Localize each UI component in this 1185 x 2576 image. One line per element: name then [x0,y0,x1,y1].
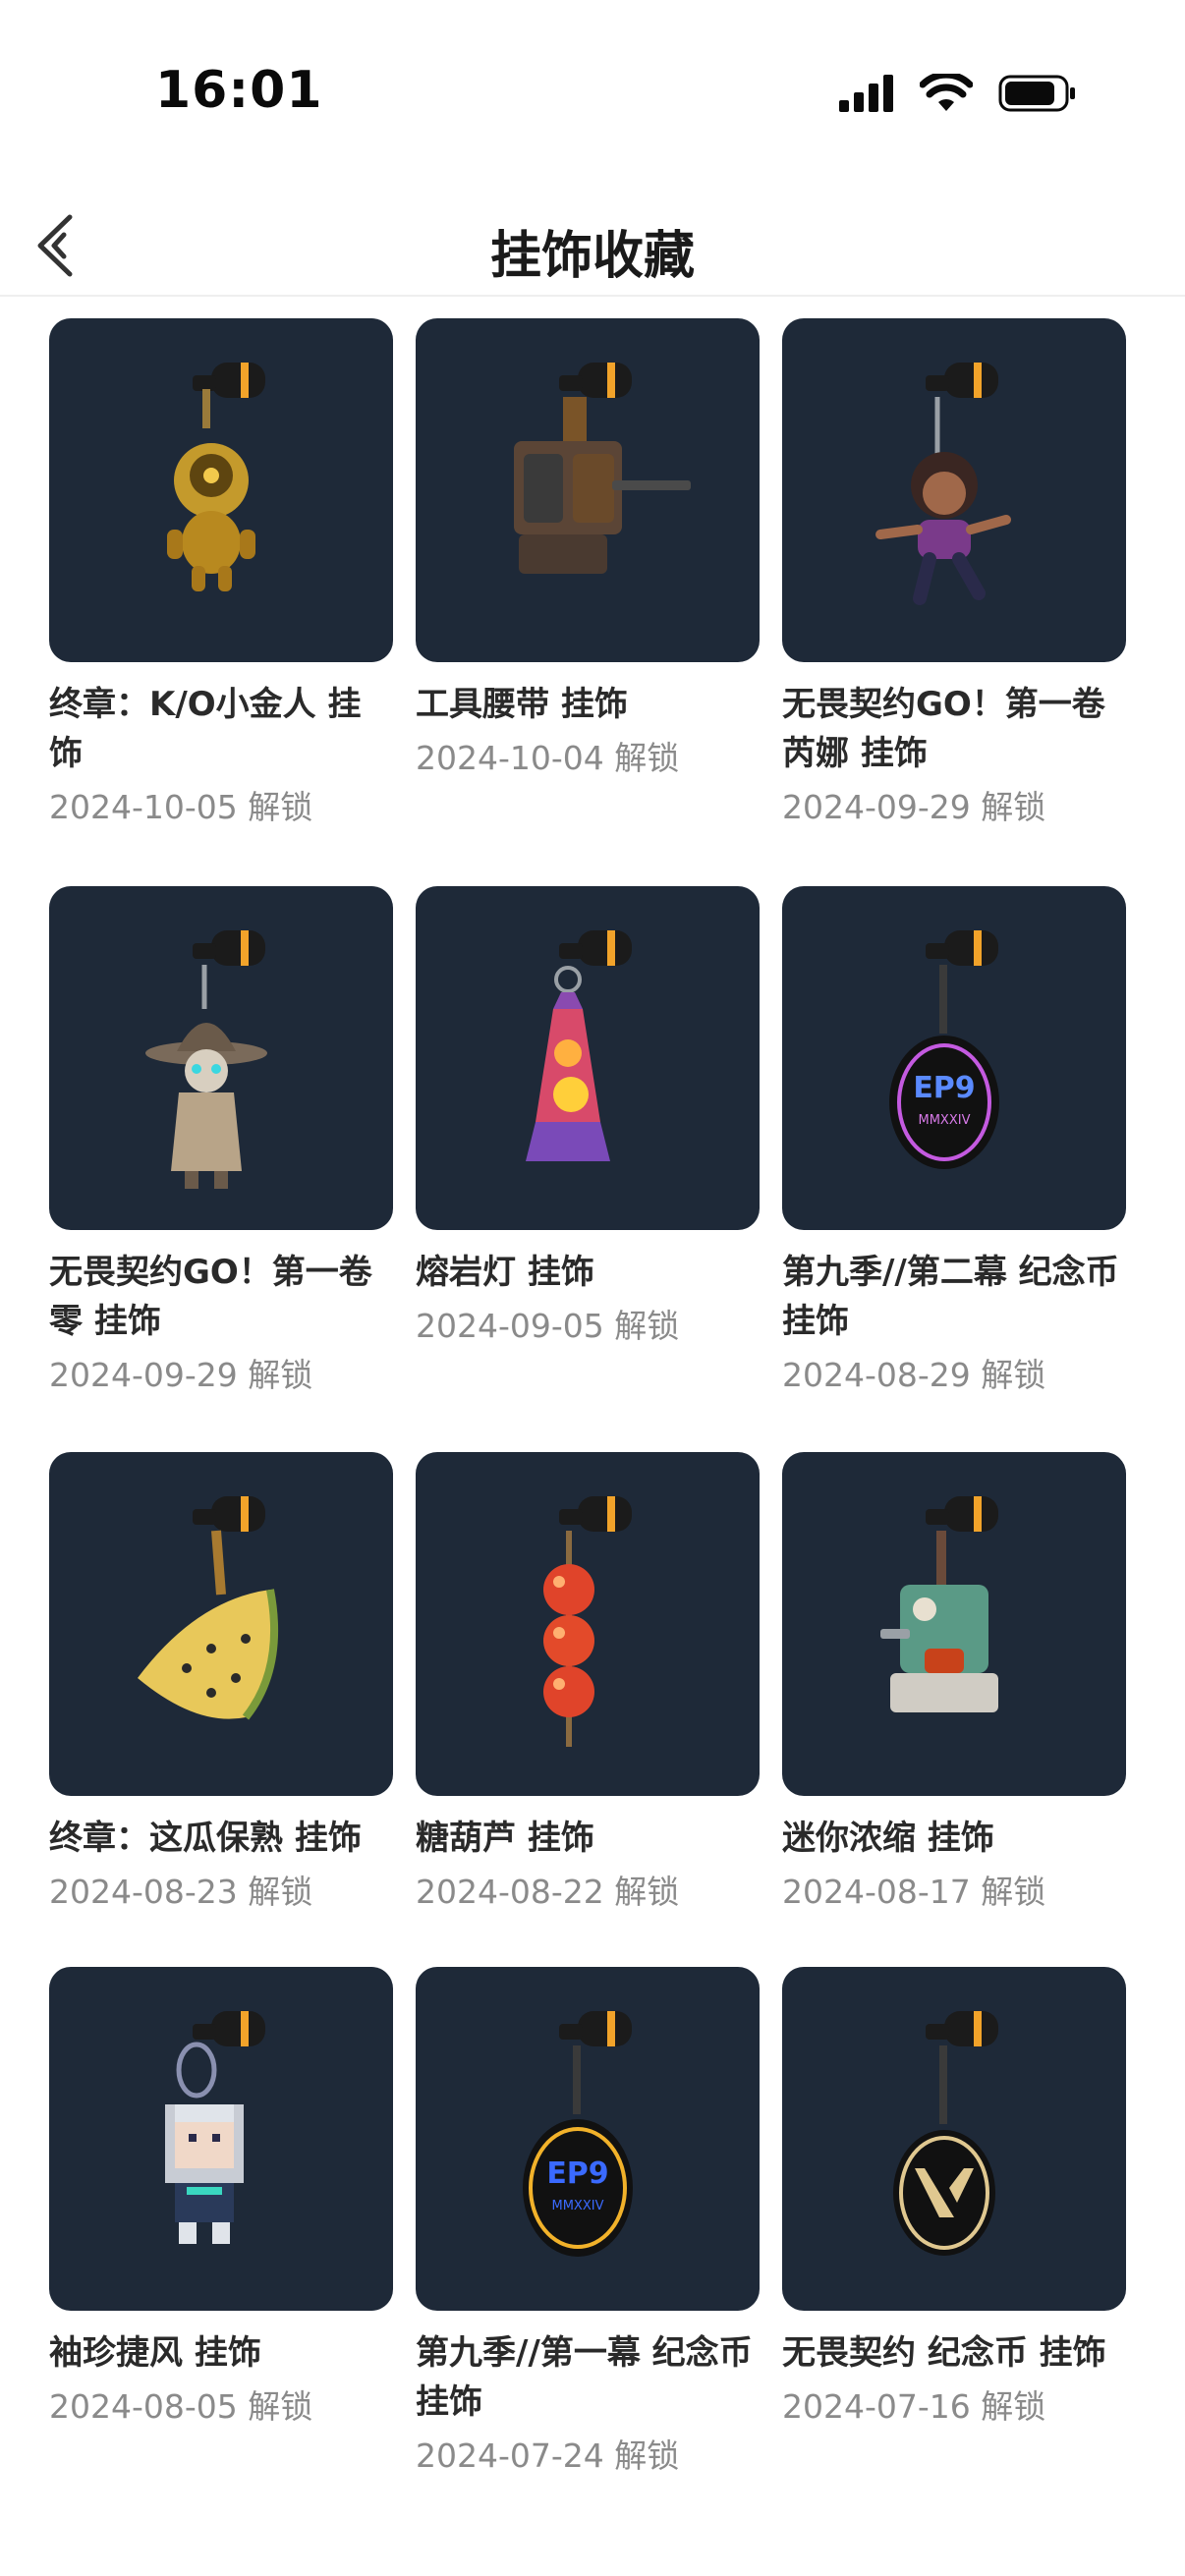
charm-thumbnail[interactable] [49,1967,393,2311]
svg-text:MMXXIV: MMXXIV [552,2199,604,2213]
charm-title: 无畏契约 纪念币 挂饰 [782,2333,1106,2373]
charm-thumbnail[interactable]: EP9 MMXXIV [416,1967,760,2311]
charm-thumbnail[interactable] [49,318,393,662]
charm-title: 终章：K/O小金人 挂饰 [49,685,362,773]
charm-unlock-date: 2024-07-16 解锁 [782,2387,1046,2426]
charm-unlock-date: 2024-10-05 解锁 [49,788,313,826]
charm-thumbnail[interactable] [416,886,760,1230]
charm-title: 终章：这瓜保熟 挂饰 [49,1819,362,1858]
candied-haws-charm-icon [543,1496,632,1747]
ep9-purple-coin-charm-icon: EP9 MMXXIV [889,930,999,1169]
charm-thumbnail[interactable] [782,1452,1126,1796]
svg-text:EP9: EP9 [546,2156,608,2191]
status-bar: 16:01 [0,0,1185,187]
charm-title: 糖葫芦 挂饰 [416,1819,594,1858]
battery-icon [998,75,1075,112]
lava-lamp-charm-icon [526,930,632,1161]
charm-title: 无畏契约GO！第一卷 芮娜 挂饰 [782,685,1105,773]
cellular-signal-icon [839,75,893,112]
charm-unlock-date: 2024-09-29 解锁 [782,788,1046,826]
charm-card[interactable]: EP9 MMXXIV 第九季//第二幕 纪念币 挂饰 2024-08-29 解锁 [782,886,1126,1397]
charm-unlock-date: 2024-09-29 解锁 [49,1356,313,1394]
charm-card[interactable]: 无畏契约 纪念币 挂饰 2024-07-16 解锁 [782,1967,1126,2429]
status-icons [839,69,1077,118]
charm-unlock-date: 2024-08-22 解锁 [416,1873,680,1911]
charm-card[interactable]: 工具腰带 挂饰 2024-10-04 解锁 [416,318,760,780]
charm-title: 无畏契约GO！第一卷 零 挂饰 [49,1253,372,1341]
charm-thumbnail[interactable] [782,1967,1126,2311]
charm-unlock-date: 2024-10-04 解锁 [416,739,680,777]
charm-unlock-date: 2024-08-17 解锁 [782,1873,1046,1911]
charm-title: 第九季//第二幕 纪念币 挂饰 [782,1253,1119,1341]
charm-thumbnail[interactable] [782,318,1126,662]
charm-card[interactable]: 终章：K/O小金人 挂饰 2024-10-05 解锁 [49,318,393,829]
svg-text:EP9: EP9 [913,1071,975,1105]
charm-card[interactable]: 无畏契约GO！第一卷 芮娜 挂饰 2024-09-29 解锁 [782,318,1126,829]
charm-card[interactable]: 迷你浓缩 挂饰 2024-08-17 解锁 [782,1452,1126,1914]
charm-card[interactable]: 袖珍捷风 挂饰 2024-08-05 解锁 [49,1967,393,2429]
charm-card[interactable]: 终章：这瓜保熟 挂饰 2024-08-23 解锁 [49,1452,393,1914]
charm-title: 袖珍捷风 挂饰 [49,2333,261,2373]
charm-unlock-date: 2024-08-29 解锁 [782,1356,1046,1394]
cypher-chibi-charm-icon [145,930,267,1189]
charm-unlock-date: 2024-07-24 解锁 [416,2436,680,2475]
pixel-jett-charm-icon [165,2011,265,2244]
charm-unlock-date: 2024-08-23 解锁 [49,1873,313,1911]
charm-card[interactable]: EP9 MMXXIV 第九季//第一幕 纪念币 挂饰 2024-07-24 解锁 [416,1967,760,2478]
charm-thumbnail[interactable] [49,1452,393,1796]
ep9-blue-coin-charm-icon: EP9 MMXXIV [523,2011,633,2257]
charm-unlock-date: 2024-08-05 解锁 [49,2387,313,2426]
charm-title: 第九季//第一幕 纪念币 挂饰 [416,2333,753,2422]
page-title: 挂饰收藏 [489,227,695,286]
charm-title: 工具腰带 挂饰 [416,685,628,724]
espresso-machine-charm-icon [880,1496,998,1712]
valorant-coin-charm-icon [893,2011,998,2256]
charm-thumbnail[interactable]: EP9 MMXXIV [782,886,1126,1230]
charm-card[interactable]: 无畏契约GO！第一卷 零 挂饰 2024-09-29 解锁 [49,886,393,1397]
tool-belt-charm-icon [514,363,691,574]
charm-card[interactable]: 熔岩灯 挂饰 2024-09-05 解锁 [416,886,760,1348]
charm-thumbnail[interactable] [416,318,760,662]
charm-thumbnail[interactable] [416,1452,760,1796]
navigation-bar: 挂饰收藏 [0,187,1185,297]
charm-card[interactable]: 糖葫芦 挂饰 2024-08-22 解锁 [416,1452,760,1914]
charm-thumbnail[interactable] [49,886,393,1230]
svg-text:MMXXIV: MMXXIV [919,1113,971,1128]
golden-robot-charm-icon [167,363,265,591]
reyna-chibi-charm-icon [875,363,1011,605]
status-time: 16:01 [155,61,323,120]
charm-unlock-date: 2024-09-05 解锁 [416,1307,680,1345]
charm-title: 熔岩灯 挂饰 [416,1253,594,1292]
charm-title: 迷你浓缩 挂饰 [782,1819,994,1858]
melon-slice-charm-icon [138,1496,279,1720]
wifi-icon [920,74,973,111]
